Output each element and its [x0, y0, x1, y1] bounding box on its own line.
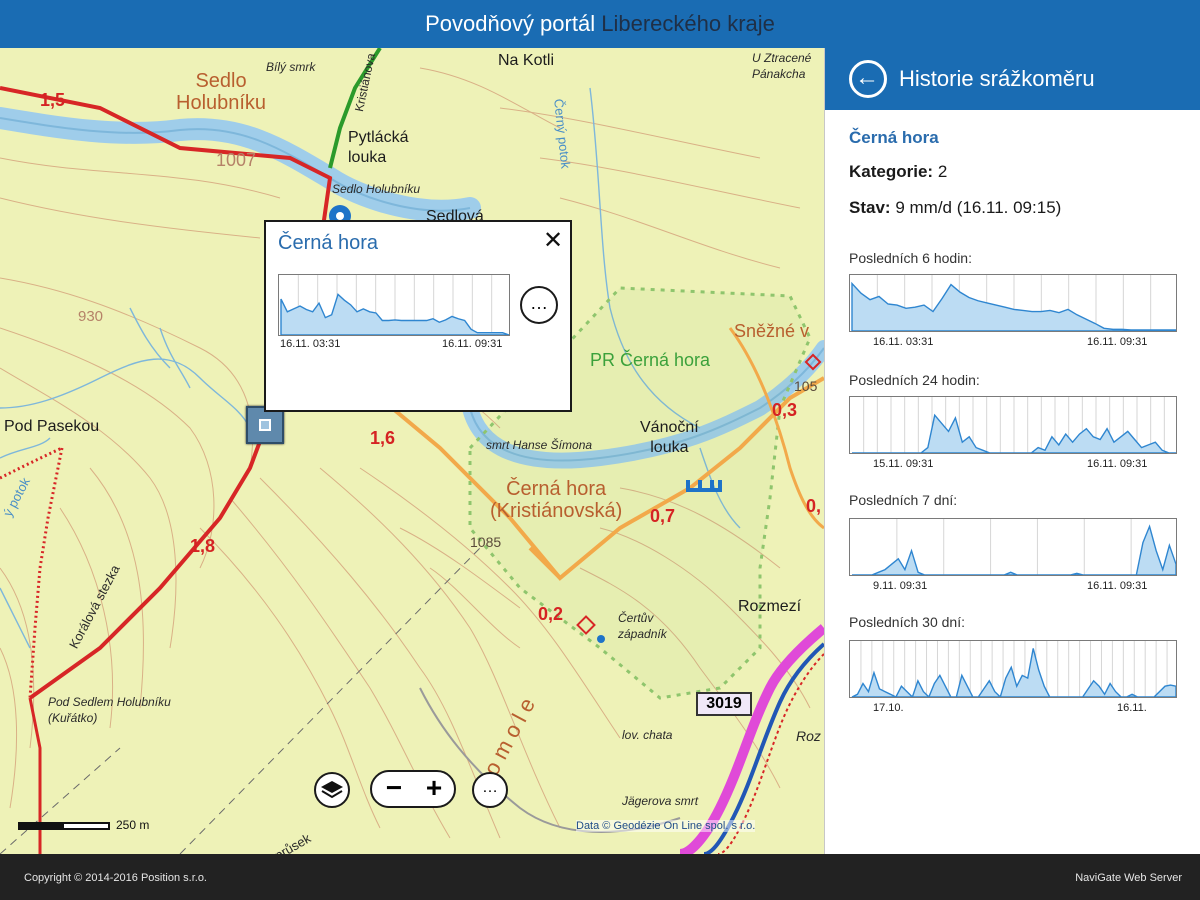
station-popup: Černá hora ✕ … 16.11. 03:31 16.11. 09:31 — [264, 220, 572, 412]
distance-0-x: 0, — [806, 496, 822, 516]
distance-0-2: 0,2 — [538, 604, 564, 624]
panel-header: ← Historie srážkoměru — [825, 48, 1200, 110]
layers-button[interactable] — [314, 772, 350, 808]
layers-icon — [321, 781, 343, 799]
distance-0-3: 0,3 — [772, 400, 798, 420]
elevation-1085: 1085 — [470, 534, 502, 550]
footer-server-name: NaviGate Web Server — [1075, 872, 1182, 884]
rain-gauge-marker-icon — [259, 419, 271, 431]
chart-title-30d: Posledních 30 dní: — [849, 614, 965, 630]
label-pod-pasekou: Pod Pasekou — [4, 418, 100, 435]
chart-6h-tick-end: 16.11. 09:31 — [1087, 336, 1148, 348]
label-pytlacka-louka: Pytlácká louka — [348, 129, 409, 166]
map-basemap — [0, 48, 824, 854]
chart-title-6h: Posledních 6 hodin: — [849, 250, 972, 266]
road-number-badge: 3019 — [696, 692, 752, 716]
scale-label: 250 m — [116, 818, 150, 832]
footer-copyright: Copyright © 2014-2016 Position s.r.o. — [24, 872, 207, 884]
popup-close-button[interactable]: ✕ — [540, 228, 566, 254]
chart-24h-tick-start: 15.11. 09:31 — [873, 458, 934, 470]
zoom-out-button[interactable]: − — [376, 772, 412, 806]
label-sedlo-holubniku-small: Sedlo Holubníku — [332, 182, 421, 196]
label-na-kotli: Na Kotli — [498, 52, 555, 69]
status-value: 9 mm/d (16.11. 09:15) — [895, 198, 1062, 217]
distance-1-8: 1,8 — [190, 536, 216, 556]
popup-more-button[interactable]: … — [520, 286, 558, 324]
elevation-105: 105 — [794, 378, 818, 394]
distance-1-5: 1,5 — [40, 90, 66, 110]
label-smrt-hanse: smrt Hanse Šímona — [486, 438, 593, 452]
label-certuv-zapadnik: Čertův západník — [618, 611, 667, 641]
label-roz: Roz — [796, 728, 821, 744]
label-sedlo-holubniku: Sedlo Holubníku — [176, 70, 266, 114]
category-value: 2 — [937, 162, 948, 181]
chart-30d[interactable] — [849, 640, 1177, 698]
chart-title-24h: Posledních 24 hodin: — [849, 372, 980, 388]
chart-7d-tick-start: 9.11. 09:31 — [873, 580, 928, 592]
app-footer: Copyright © 2014-2016 Position s.r.o. Na… — [0, 854, 1200, 900]
label-cerna-hora-text: Černá hora (Kristiánovská) — [490, 478, 623, 522]
label-snezne: Sněžné v — [734, 321, 810, 341]
chart-24h[interactable] — [849, 396, 1177, 454]
popup-chart-tick-end: 16.11. 09:31 — [442, 338, 503, 350]
label-sedlo-text: Sedlo Holubníku — [176, 70, 267, 114]
chart-7d-tick-end: 16.11. 09:31 — [1087, 580, 1148, 592]
popup-precipitation-chart[interactable] — [278, 274, 510, 336]
header-title-region: Libereckého kraje — [601, 11, 775, 36]
station-history-panel: ← Historie srážkoměru Černá hora Kategor… — [824, 48, 1200, 854]
category-row: Kategorie: 2 — [849, 162, 947, 182]
elevation-1007: 1007 — [216, 150, 257, 170]
status-row: Stav: 9 mm/d (16.11. 09:15) — [849, 198, 1061, 218]
map-attribution[interactable]: Data © Geodézie On Line spol. s r.o. — [576, 820, 756, 832]
scale-bar — [18, 822, 110, 830]
label-cerna-hora: Černá hora (Kristiánovská) — [490, 478, 622, 522]
chart-30d-tick-start: 17.10. — [873, 702, 904, 714]
category-label: Kategorie: — [849, 162, 934, 181]
label-vanocni-louka: Vánoční louka — [640, 419, 699, 456]
panel-title: Historie srážkoměru — [899, 66, 1095, 91]
distance-0-7: 0,7 — [650, 506, 676, 526]
label-u-ztracene: U Ztracené Pánakcha — [752, 51, 812, 81]
label-rozmezi: Rozmezí — [738, 598, 802, 615]
chart-7d[interactable] — [849, 518, 1177, 576]
chart-30d-tick-end: 16.11. — [1117, 702, 1147, 714]
station-name: Černá hora — [849, 128, 939, 147]
precipitation-area — [852, 524, 1176, 575]
elevation-930: 930 — [78, 308, 104, 325]
app-root: Povodňový portál Libereckého kraje Sedlo… — [0, 0, 1200, 900]
popup-title: Černá hora — [278, 232, 379, 254]
popup-chart-tick-start: 16.11. 03:31 — [280, 338, 341, 350]
chart-24h-tick-end: 16.11. 09:31 — [1087, 458, 1148, 470]
map-more-button[interactable]: … — [472, 772, 508, 808]
zoom-in-button[interactable]: + — [416, 772, 452, 806]
distance-1-6: 1,6 — [370, 428, 396, 448]
label-pr-cerna-hora: PR Černá hora — [590, 350, 711, 370]
arrow-left-icon: ← — [855, 64, 879, 91]
app-header: Povodňový portál Libereckého kraje — [0, 0, 1200, 48]
label-lov-chata: lov. chata — [622, 728, 673, 742]
zoom-control: − + — [370, 770, 456, 808]
label-bily-smrk: Bílý smrk — [266, 60, 316, 74]
status-label: Stav: — [849, 198, 891, 217]
back-button[interactable]: ← — [849, 60, 887, 98]
chart-6h[interactable] — [849, 274, 1177, 332]
chart-title-7d: Posledních 7 dní: — [849, 492, 958, 508]
label-pod-sedlem: Pod Sedlem Holubníku (Kuřátko) — [48, 695, 171, 725]
label-jagerova: Jägerova smrt — [622, 794, 699, 808]
chart-6h-tick-start: 16.11. 03:31 — [873, 336, 934, 348]
header-title-main: Povodňový portál — [425, 11, 596, 36]
map-view[interactable]: Sedlo Holubníku Černá hora (Kristiánovsk… — [0, 48, 824, 854]
